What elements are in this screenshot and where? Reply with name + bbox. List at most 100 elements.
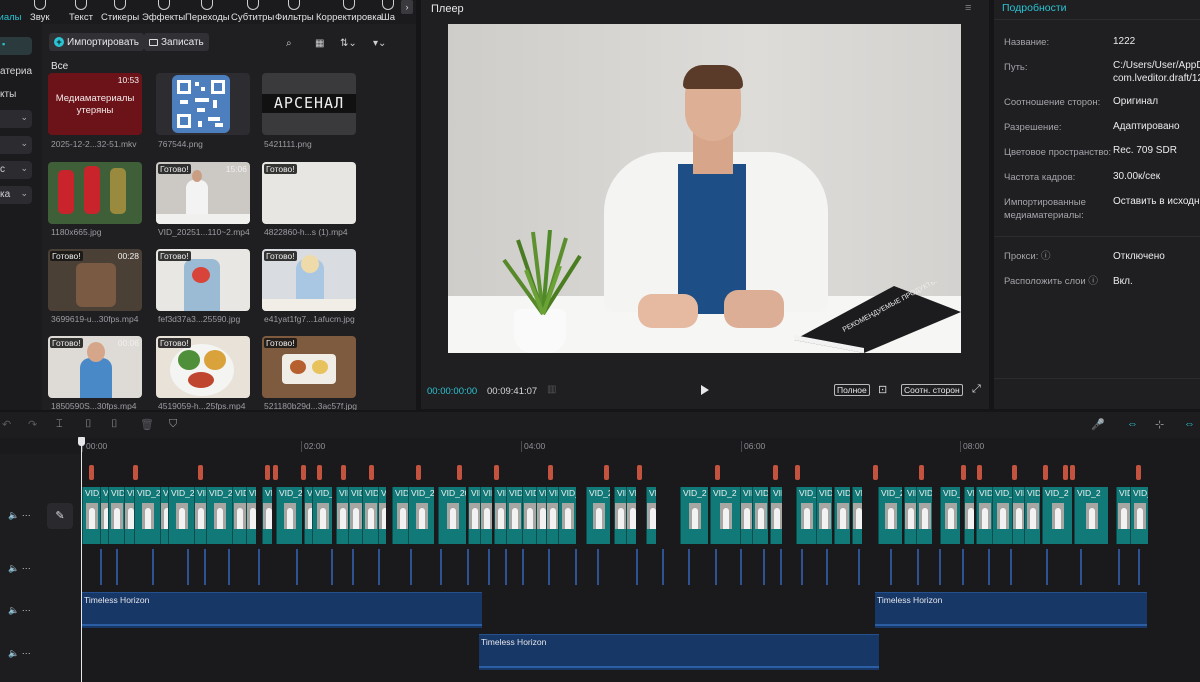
video-clip[interactable]: VID_2 <box>940 487 960 544</box>
media-thumbnail[interactable]: Готово! <box>262 162 356 224</box>
category-item[interactable]: кты <box>0 89 16 100</box>
timeline-marker[interactable] <box>1012 465 1017 480</box>
fullscreen-icon[interactable]: ⤢ <box>972 383 981 396</box>
video-clip[interactable]: VID_2 <box>480 487 492 544</box>
video-clip[interactable]: VID_2 <box>82 487 100 544</box>
tab-text[interactable]: Текст <box>69 0 93 24</box>
video-clip[interactable]: VID_2 <box>1024 487 1040 544</box>
media-thumbnail[interactable] <box>156 73 250 135</box>
sfx-clip[interactable] <box>575 549 577 585</box>
video-clip[interactable]: VID_2 <box>878 487 902 544</box>
sfx-clip[interactable] <box>597 549 599 585</box>
video-clip[interactable]: VID_2 <box>506 487 522 544</box>
sfx-clip[interactable] <box>939 549 941 585</box>
video-clip[interactable]: VID_2 <box>904 487 916 544</box>
sfx-clip[interactable] <box>688 549 690 585</box>
video-clip[interactable]: VID_2 <box>408 487 434 544</box>
video-clip[interactable]: VID_2 <box>1116 487 1130 544</box>
sfx-clip[interactable] <box>331 549 333 585</box>
playhead-handle[interactable] <box>78 437 85 446</box>
track-audio-toggle-icon[interactable]: 🔈 ⋯ <box>8 648 31 659</box>
timeline-marker[interactable] <box>1136 465 1141 480</box>
search-icon[interactable]: ⌕ <box>286 38 292 49</box>
timeline-marker[interactable] <box>301 465 306 480</box>
media-thumbnail[interactable]: Готово! <box>156 249 250 311</box>
help-icon[interactable]: ⓘ <box>1088 276 1098 287</box>
tab-filters[interactable]: Фильтры <box>275 0 314 24</box>
timeline-marker[interactable] <box>919 465 924 480</box>
video-clip[interactable]: VID_2 <box>680 487 708 544</box>
sfx-clip[interactable] <box>890 549 892 585</box>
sfx-clip[interactable] <box>1118 549 1120 585</box>
video-clip[interactable]: VID_2 <box>494 487 506 544</box>
delete-icon[interactable]: 🗑 <box>140 418 154 431</box>
split-icon[interactable]: ⌶ <box>56 418 63 431</box>
video-clip[interactable]: VID_2 <box>614 487 626 544</box>
timeline-marker[interactable] <box>1070 465 1075 480</box>
tab-adjust[interactable]: Корректировка <box>316 0 382 24</box>
timeline-marker[interactable] <box>715 465 720 480</box>
timeline-marker[interactable] <box>873 465 878 480</box>
sfx-clip[interactable] <box>763 549 765 585</box>
timeline-marker[interactable] <box>273 465 278 480</box>
linkage-icon[interactable]: ⇔ <box>1184 418 1195 430</box>
toolbar-more-button[interactable]: › <box>401 0 413 14</box>
tab-transitions[interactable]: Переходы <box>185 0 230 24</box>
video-clip[interactable]: VID_2 <box>1012 487 1024 544</box>
video-clip[interactable]: VID_2 <box>770 487 782 544</box>
media-thumbnail[interactable]: Готово! 00:28 <box>48 249 142 311</box>
sfx-clip[interactable] <box>410 549 412 585</box>
sfx-clip[interactable] <box>917 549 919 585</box>
video-clip[interactable]: VID_2 <box>336 487 348 544</box>
video-clip[interactable]: VID_2 <box>626 487 636 544</box>
media-thumbnail[interactable]: 10:53 Медиаматериалы утеряны <box>48 73 142 135</box>
timeline-marker[interactable] <box>977 465 982 480</box>
sfx-clip[interactable] <box>204 549 206 585</box>
sfx-clip[interactable] <box>636 549 638 585</box>
sfx-clip[interactable] <box>258 549 260 585</box>
video-clip[interactable]: VID_2 <box>964 487 974 544</box>
video-clip[interactable]: VID_2 <box>752 487 768 544</box>
video-clip[interactable]: VID_2 <box>740 487 752 544</box>
timecode-grid-icon[interactable]: ▥ <box>547 384 556 395</box>
video-clip[interactable]: VID_2 <box>1130 487 1148 544</box>
video-clip[interactable]: VID_2 <box>976 487 992 544</box>
video-clip[interactable]: VID_2 <box>348 487 362 544</box>
video-clip[interactable]: VID_2 <box>536 487 546 544</box>
video-clip[interactable]: VID_2 <box>468 487 480 544</box>
video-clip[interactable]: VID_2 <box>124 487 134 544</box>
sfx-clip[interactable] <box>378 549 380 585</box>
media-thumbnail[interactable] <box>48 162 142 224</box>
media-thumbnail[interactable]: АРСЕНАЛ <box>262 73 356 135</box>
time-ruler[interactable] <box>82 438 1200 454</box>
sfx-clip[interactable] <box>1138 549 1140 585</box>
tab-sticker[interactable]: Стикеры <box>101 0 139 24</box>
video-preview[interactable]: РЕКОМЕНДУЕМЫЕ ПРОДУКТЫ ПИТАНИЯ <box>448 24 961 353</box>
category-active[interactable]: ▪ <box>0 37 32 55</box>
sfx-clip[interactable] <box>548 549 550 585</box>
video-clip[interactable]: VID_2 <box>586 487 610 544</box>
video-clip[interactable]: VID_2 <box>304 487 312 544</box>
sfx-clip[interactable] <box>740 549 742 585</box>
video-clip[interactable]: VID_2 <box>916 487 932 544</box>
sfx-clip[interactable] <box>715 549 717 585</box>
split-right-icon[interactable]: ⌷ <box>111 418 118 431</box>
magnet-link-icon[interactable]: ⇔ <box>1127 418 1138 430</box>
video-clip[interactable]: VID_2 <box>546 487 558 544</box>
video-clip[interactable]: VID_2 <box>834 487 850 544</box>
tab-sound[interactable]: Звук <box>30 0 49 24</box>
timeline-marker[interactable] <box>133 465 138 480</box>
video-clip[interactable]: VID_2 <box>232 487 246 544</box>
video-clip[interactable]: VID_2 <box>646 487 656 544</box>
audio-clip[interactable]: Timeless Horizon <box>82 592 482 628</box>
timeline-marker[interactable] <box>1063 465 1068 480</box>
video-clip[interactable]: VID_2 <box>134 487 160 544</box>
timeline-marker[interactable] <box>494 465 499 480</box>
track-audio-toggle-icon[interactable]: 🔈 ⋯ <box>8 510 31 521</box>
sfx-clip[interactable] <box>152 549 154 585</box>
full-quality-button[interactable]: Полное <box>834 384 870 396</box>
sfx-clip[interactable] <box>228 549 230 585</box>
sort-icon[interactable]: ⇅⌄ <box>340 38 357 49</box>
tab-effects[interactable]: Эффекты <box>142 0 185 24</box>
media-thumbnail[interactable]: Готово! 00:06 <box>48 336 142 398</box>
